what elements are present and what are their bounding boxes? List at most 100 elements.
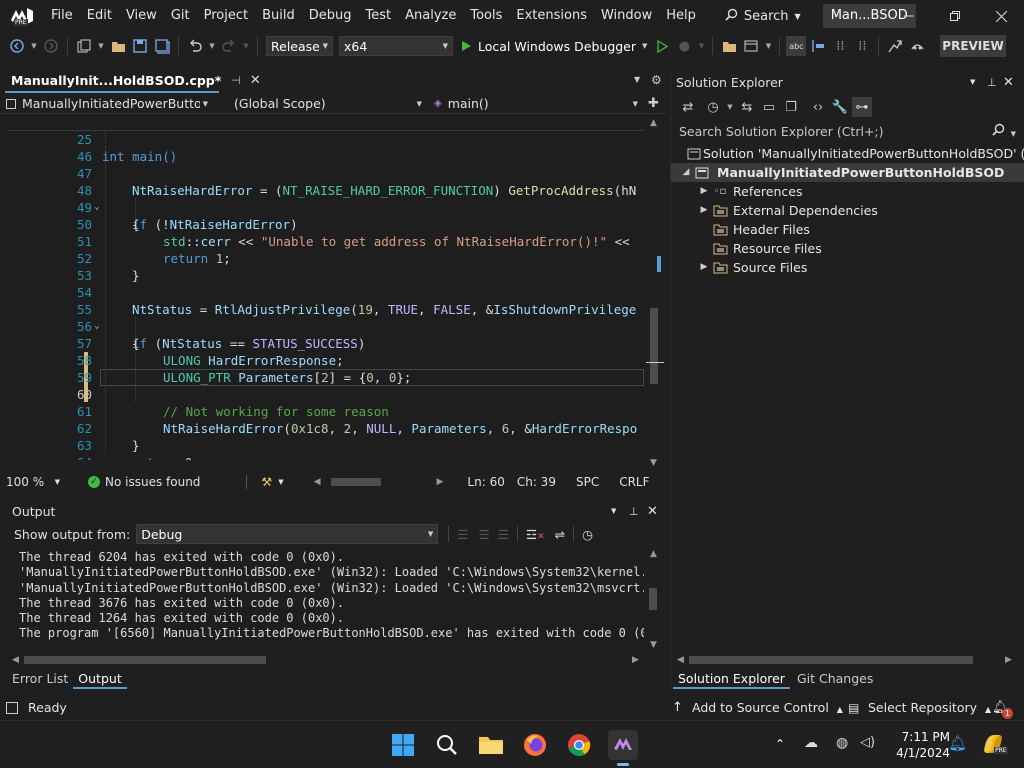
code-line[interactable]: 55 ⌄ if (NtStatus == STATUS_SUCCESS) — [8, 284, 644, 351]
char-position[interactable]: Ch: 39 — [517, 475, 556, 489]
chrome-icon[interactable] — [564, 730, 594, 760]
start-debugging-button[interactable]: Local Windows Debugger ▼ — [456, 39, 651, 54]
code-line[interactable]: 56 { — [8, 301, 644, 351]
code-line[interactable]: 48 ⌄ if (!NtRaiseHardError) — [8, 165, 644, 232]
chevron-down-icon[interactable]: ▼ — [241, 36, 251, 56]
code-line[interactable]: 49 { — [8, 182, 644, 232]
cloud-offline-icon[interactable]: ☁ — [804, 735, 818, 751]
scroll-right-icon[interactable]: ▶ — [437, 477, 444, 487]
scroll-left-icon[interactable]: ◀ — [314, 477, 321, 487]
windows-start-icon[interactable] — [388, 730, 418, 760]
live-share-icon[interactable] — [885, 36, 905, 56]
volume-icon[interactable]: ◁) — [860, 735, 875, 750]
breakpoint-layout-icon[interactable] — [808, 36, 828, 56]
document-tab[interactable]: ManuallyInit...HoldBSOD.cpp* ⊣ ✕ — [5, 70, 261, 93]
taskbar-clock[interactable]: 7:11 PM 4/1/2024 — [890, 729, 950, 761]
menu-file[interactable]: File — [44, 0, 80, 32]
code-line[interactable]: 57 ULONG HardErrorResponse; — [8, 318, 644, 368]
chevron-down-icon[interactable]: ▼ — [278, 478, 283, 486]
next-message-icon[interactable]: ☰ — [498, 527, 509, 542]
scroll-right-icon[interactable]: ▶ — [1005, 655, 1012, 665]
scroll-left-icon[interactable]: ◀ — [12, 655, 19, 665]
platform-select[interactable]: x64 ▼ — [339, 36, 453, 56]
comment-out-icon[interactable]: ⁞⁞ — [830, 36, 850, 56]
scope-nav-select[interactable]: (Global Scope) ▼ — [214, 94, 428, 114]
pin-icon[interactable]: ⊣ — [231, 74, 241, 87]
sync-active-document-icon[interactable]: ⇆ — [737, 97, 757, 117]
menu-debug[interactable]: Debug — [302, 0, 359, 32]
tree-item-resource-files[interactable]: Resource Files — [671, 239, 1024, 258]
chevron-up-icon[interactable]: ⌃ — [775, 737, 785, 751]
toggle-word-wrap-icon[interactable]: ⇌ — [555, 527, 565, 542]
tree-item-solution[interactable]: Solution 'ManuallyInitiatedPowerButtonHo… — [671, 144, 1024, 163]
language-globe-icon[interactable]: ◍ — [836, 735, 848, 751]
line-ending[interactable]: CRLF — [619, 475, 649, 489]
redo-icon[interactable] — [219, 36, 239, 56]
close-window-button[interactable] — [978, 0, 1024, 32]
chevron-down-icon[interactable]: ▼ — [763, 36, 773, 56]
uncomment-icon[interactable]: ⁞⁞ — [852, 36, 872, 56]
output-source-select[interactable]: Debug ▼ — [136, 524, 439, 544]
copilot-taskbar-icon[interactable]: PRE — [980, 731, 1008, 757]
split-window-icon[interactable]: ✚ — [648, 96, 659, 111]
wrench-icon[interactable]: 🔧 — [830, 97, 850, 117]
collapse-all-icon[interactable]: ▭ — [759, 97, 779, 117]
code-line[interactable]: 59 — [8, 352, 644, 385]
scroll-down-icon[interactable]: ▼ — [650, 640, 657, 650]
menu-analyze[interactable]: Analyze — [398, 0, 463, 32]
tab-error-list[interactable]: Error List — [7, 669, 73, 689]
save-all-icon[interactable] — [152, 36, 172, 56]
preview-button[interactable]: PREVIEW — [940, 35, 1006, 57]
tab-overflow-icon[interactable]: ▼ — [634, 75, 640, 84]
menu-build[interactable]: Build — [255, 0, 302, 32]
scroll-down-icon[interactable]: ▼ — [650, 458, 657, 468]
new-project-icon[interactable] — [74, 36, 94, 56]
scrollbar-thumb[interactable] — [650, 308, 658, 384]
code-line[interactable]: 46 — [8, 131, 644, 164]
scrollbar-thumb[interactable] — [649, 588, 657, 610]
search-icon[interactable] — [432, 730, 462, 760]
scrollbar-thumb[interactable] — [24, 656, 266, 664]
code-line[interactable]: 58 ULONG_PTR Parameters[2] = {0, 0}; — [8, 335, 644, 385]
menu-help[interactable]: Help — [659, 0, 703, 32]
undo-icon[interactable] — [185, 36, 205, 56]
sticky-scroll-line[interactable]: 25 int main() — [8, 114, 644, 164]
view-code-icon[interactable]: ‹› — [808, 97, 828, 117]
restore-button[interactable] — [932, 0, 978, 32]
code-editor[interactable]: 25 int main() 46 47 NtRaiseHardError = (… — [8, 114, 644, 460]
file-explorer-icon[interactable] — [476, 730, 506, 760]
clear-all-icon[interactable]: ☲✕ — [526, 527, 545, 542]
menu-edit[interactable]: Edit — [80, 0, 119, 32]
tab-solution-explorer[interactable]: Solution Explorer — [673, 669, 790, 689]
pin-icon[interactable]: ⊥ — [987, 76, 997, 89]
tab-output[interactable]: Output — [73, 669, 127, 689]
scrollbar-thumb[interactable] — [689, 656, 973, 664]
visual-studio-taskbar-icon[interactable] — [608, 730, 638, 766]
pin-icon[interactable]: ⊥ — [629, 505, 639, 518]
firefox-icon[interactable] — [520, 730, 550, 760]
menu-project[interactable]: Project — [197, 0, 255, 32]
menu-extensions[interactable]: Extensions — [509, 0, 594, 32]
tree-item-project[interactable]: ◢ ManuallyInitiatedPowerButtonHoldBSOD — [671, 163, 1024, 182]
scroll-up-icon[interactable]: ▲ — [650, 118, 657, 128]
previous-message-icon[interactable]: ☰ — [478, 527, 489, 542]
navigate-forward-icon[interactable] — [41, 36, 61, 56]
code-line[interactable]: 47 NtRaiseHardError = (NT_RAISE_HARD_ERR… — [8, 148, 644, 198]
menu-git[interactable]: Git — [164, 0, 197, 32]
close-icon[interactable]: ✕ — [250, 73, 261, 88]
close-icon[interactable]: ✕ — [647, 504, 658, 519]
issues-status[interactable]: No issues found — [105, 475, 200, 489]
chevron-down-icon[interactable]: ▼ — [970, 78, 975, 86]
add-to-source-control-button[interactable]: Add to Source Control ▲ — [692, 700, 843, 715]
tree-item-source-files[interactable]: ▶ Source Files — [671, 258, 1024, 277]
menu-window[interactable]: Window — [594, 0, 659, 32]
line-position[interactable]: Ln: 60 — [467, 475, 504, 489]
chevron-down-icon[interactable]: ▼ — [696, 36, 706, 56]
close-icon[interactable]: ✕ — [1003, 75, 1014, 90]
scroll-right-icon[interactable]: ▶ — [632, 655, 639, 665]
code-line[interactable]: 63 return 0; — [8, 420, 644, 460]
chevron-down-icon[interactable]: ▼ — [207, 36, 217, 56]
scroll-up-icon[interactable]: ▲ — [650, 549, 657, 559]
menu-test[interactable]: Test — [359, 0, 399, 32]
code-line[interactable]: 64 } — [8, 437, 644, 460]
